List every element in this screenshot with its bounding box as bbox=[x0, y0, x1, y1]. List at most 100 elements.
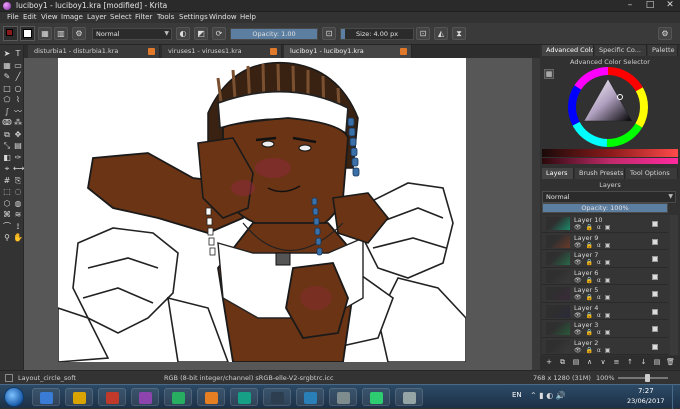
layer-toggle-icon[interactable] bbox=[652, 273, 658, 280]
menu-filter[interactable]: Filter bbox=[132, 12, 155, 23]
transform-icon[interactable]: ⤡ bbox=[2, 141, 12, 151]
layer-properties-icon[interactable]: ▤ bbox=[571, 358, 581, 367]
blend-mode-select[interactable]: Normal ▼ bbox=[92, 28, 172, 40]
menu-layer[interactable]: Layer bbox=[84, 12, 110, 23]
layer-toggle-icon[interactable] bbox=[652, 326, 658, 332]
pointer-icon[interactable]: ➤ bbox=[2, 49, 12, 59]
maximize-button[interactable]: □ bbox=[640, 0, 660, 12]
lock-size-icon[interactable]: ⊡ bbox=[416, 27, 430, 40]
eraser-icon[interactable]: ◐ bbox=[176, 27, 190, 40]
tab-luciboy1[interactable]: luciboy1 - luciboy1.kra bbox=[284, 45, 412, 58]
select-contiguous-icon[interactable]: ⌘ bbox=[2, 210, 12, 220]
ellipse-icon[interactable]: ○ bbox=[13, 84, 23, 94]
move-icon[interactable]: ✥ bbox=[13, 130, 23, 140]
select-bezier-icon[interactable]: ⌒ bbox=[2, 222, 12, 232]
layer-visibility-lock-alpha-icons[interactable]: 👁 🔒 α ▣ bbox=[574, 294, 611, 301]
gradient-icon[interactable]: ▤ bbox=[13, 141, 23, 151]
measure-icon[interactable]: ⟷ bbox=[13, 164, 24, 174]
grid-tool-icon[interactable]: # bbox=[2, 176, 12, 186]
pattern-icon[interactable]: ▦ bbox=[38, 27, 52, 40]
multibrush-icon[interactable]: ⁂ bbox=[13, 118, 23, 128]
menu-edit[interactable]: Edit bbox=[20, 12, 40, 23]
tab-specific-color[interactable]: Specific Co... bbox=[595, 45, 647, 56]
clock-time[interactable]: 7:27 bbox=[638, 387, 654, 395]
layer-toggle-icon[interactable] bbox=[652, 343, 658, 350]
crop-icon[interactable]: ⧉ bbox=[2, 130, 12, 140]
select-outline-icon[interactable]: ◍ bbox=[13, 199, 23, 209]
fill-icon[interactable]: ◧ bbox=[2, 153, 12, 163]
taskbar-app-6[interactable] bbox=[197, 388, 225, 406]
tray-icons[interactable]: ⌃ ▮ ◐ 🔊 bbox=[530, 391, 566, 400]
polyline-icon[interactable]: ⌇ bbox=[13, 95, 23, 105]
drawing-canvas[interactable] bbox=[58, 58, 466, 362]
layer-visibility-lock-alpha-icons[interactable]: 👁 🔒 α ▣ bbox=[574, 224, 611, 231]
taskbar-app-10[interactable] bbox=[329, 388, 357, 406]
clock-date[interactable]: 23/06/2017 bbox=[627, 397, 664, 405]
layer-toggle-icon[interactable] bbox=[652, 221, 658, 227]
tab-disturbia1[interactable]: disturbia1 - disturbia1.kra bbox=[28, 45, 160, 58]
taskbar-app-5[interactable] bbox=[164, 388, 192, 406]
lock-icon[interactable]: ⊡ bbox=[322, 27, 336, 40]
layer-toggle-icon[interactable] bbox=[652, 256, 658, 262]
tab-palette[interactable]: Palette bbox=[648, 45, 678, 56]
layer-scrollbar[interactable] bbox=[670, 215, 678, 355]
layer-blend-select[interactable]: Normal ▼ bbox=[542, 191, 676, 203]
select-magnetic-icon[interactable]: ⟟ bbox=[13, 222, 23, 232]
raise-icon[interactable]: ↑ bbox=[625, 358, 635, 367]
group-icon[interactable]: ▤ bbox=[652, 358, 662, 367]
layer-visibility-lock-alpha-icons[interactable]: 👁 🔒 α ▣ bbox=[574, 329, 611, 336]
show-desktop-button[interactable] bbox=[672, 385, 680, 409]
menu-tools[interactable]: Tools bbox=[154, 12, 177, 23]
select-similar-icon[interactable]: ≋ bbox=[13, 210, 23, 220]
canvas-area[interactable] bbox=[24, 58, 540, 370]
select-ellipse-icon[interactable]: ◌ bbox=[13, 187, 23, 197]
mirror-horizontal-icon[interactable]: ◭ bbox=[434, 27, 448, 40]
bezier-icon[interactable]: ∫ bbox=[2, 107, 12, 117]
taskbar-app-4[interactable] bbox=[131, 388, 159, 406]
close-tab-icon[interactable] bbox=[400, 48, 407, 55]
color-wheel[interactable] bbox=[568, 67, 648, 147]
gradient-icon[interactable]: ▥ bbox=[54, 27, 68, 40]
layer-row[interactable]: Layer 4 👁 🔒 α ▣ bbox=[542, 303, 668, 320]
tab-brush-presets[interactable]: Brush Presets bbox=[575, 168, 625, 179]
opacity-slider[interactable]: Opacity: 1.00 bbox=[230, 28, 318, 40]
start-button[interactable] bbox=[4, 387, 24, 407]
tab-viruses1[interactable]: viruses1 - viruses1.kra bbox=[162, 45, 282, 58]
line-icon[interactable]: ╱ bbox=[13, 72, 23, 82]
taskbar-app-11[interactable] bbox=[362, 388, 390, 406]
layer-row[interactable]: Layer 9 👁 🔒 α ▣ bbox=[542, 233, 668, 250]
reference-icon[interactable]: ⎘ bbox=[13, 176, 23, 186]
minimize-button[interactable]: – bbox=[620, 0, 640, 12]
move-down-icon[interactable]: ∨ bbox=[598, 358, 608, 367]
brush-editor-icon[interactable]: ⚙ bbox=[72, 27, 86, 40]
menu-select[interactable]: Select bbox=[107, 12, 135, 23]
add-layer-icon[interactable]: + bbox=[544, 358, 554, 367]
brush-icon[interactable]: ✎ bbox=[2, 72, 12, 82]
mirror-vertical-icon[interactable]: ⧗ bbox=[452, 27, 466, 40]
layer-toggle-icon[interactable] bbox=[652, 291, 658, 297]
eyedropper-icon[interactable]: ✑ bbox=[13, 153, 23, 163]
size-slider[interactable]: Size: 4.00 px bbox=[340, 28, 414, 40]
layer-row[interactable]: Layer 3 👁 🔒 α ▣ bbox=[542, 320, 668, 338]
color-settings-icon[interactable]: ▦ bbox=[544, 69, 554, 79]
taskbar-app-1[interactable] bbox=[32, 388, 60, 406]
layer-row[interactable]: Layer 7 👁 🔒 α ▣ bbox=[542, 250, 668, 268]
polygon-icon[interactable]: ⬠ bbox=[2, 95, 12, 105]
duplicate-layer-icon[interactable]: ⧉ bbox=[558, 358, 568, 367]
tab-layers[interactable]: Layers bbox=[542, 168, 574, 179]
rect-select-icon[interactable]: ▭ bbox=[13, 61, 23, 71]
menu-help[interactable]: Help bbox=[237, 12, 259, 23]
color-swatch-icon[interactable] bbox=[20, 26, 35, 41]
freehand-path-icon[interactable]: 〰 bbox=[13, 107, 23, 117]
layer-visibility-lock-alpha-icons[interactable]: 👁 🔒 α ▣ bbox=[574, 242, 611, 249]
zoom-slider[interactable] bbox=[618, 374, 668, 382]
layer-list[interactable]: Layer 10 👁 🔒 α ▣ Layer 9 👁 🔒 α ▣ Layer 7 👁 🔒 … bbox=[542, 215, 670, 355]
color-history-bar[interactable] bbox=[542, 149, 678, 157]
layer-visibility-lock-alpha-icons[interactable]: 👁 🔒 α ▣ bbox=[574, 347, 611, 354]
zoom-icon[interactable]: ⚲ bbox=[2, 233, 12, 243]
preserve-alpha-icon[interactable]: ◩ bbox=[194, 27, 208, 40]
layer-opacity-slider[interactable]: Opacity: 100% bbox=[542, 203, 668, 213]
select-poly-icon[interactable]: ⬡ bbox=[2, 199, 12, 209]
taskbar-app-9[interactable] bbox=[296, 388, 324, 406]
taskbar-app-7[interactable] bbox=[230, 388, 258, 406]
